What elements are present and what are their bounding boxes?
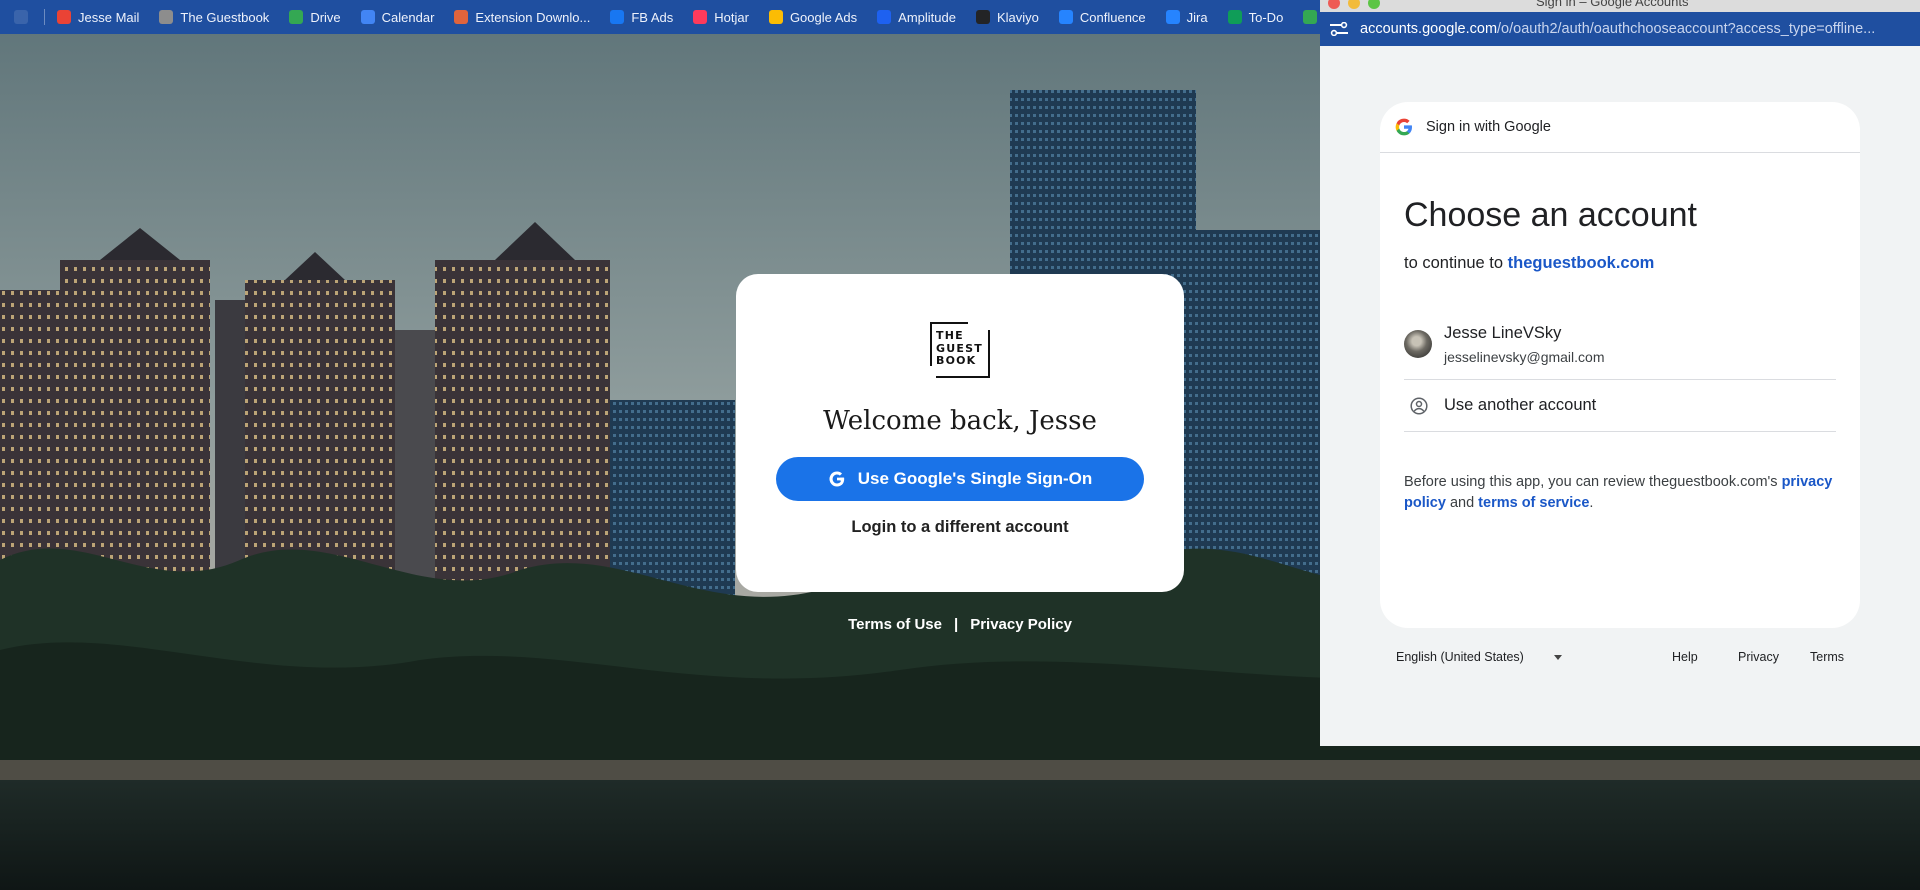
logo-line-3: BOOK: [936, 354, 977, 367]
calendar-icon: [360, 10, 375, 24]
bookmark-label: Klaviyo: [996, 9, 1039, 25]
guestbook-logo: THE GUEST BOOK: [930, 322, 990, 378]
account-row[interactable]: Jesse LineVSky jesselinevsky@gmail.com: [1404, 314, 1836, 380]
note-end: .: [1589, 495, 1594, 511]
zoom-window-icon[interactable]: [1368, 0, 1380, 9]
meta-icon: [610, 10, 625, 24]
legal-separator: |: [953, 616, 959, 633]
bookmark-label: Calendar: [381, 9, 435, 25]
continue-site-link[interactable]: theguestbook.com: [1508, 254, 1655, 272]
google-logo-icon: [1395, 118, 1412, 136]
popup-address-bar[interactable]: accounts.google.com/o/oauth2/auth/oauthc…: [1320, 12, 1920, 46]
continue-to-text: to continue to theguestbook.com: [1404, 254, 1654, 273]
drive-icon: [1303, 10, 1318, 24]
url-host: accounts.google.com: [1360, 21, 1498, 37]
chevron-down-icon[interactable]: [1554, 655, 1562, 660]
bookmark-label: Extension Downlo...: [475, 9, 591, 25]
bookmark-label: Amplitude: [898, 9, 956, 25]
google-g-icon: [829, 471, 844, 487]
terms-of-use-link[interactable]: Terms of Use: [848, 616, 942, 633]
jira-icon: [1165, 10, 1180, 24]
bookmark-extension-downlo[interactable]: Extension Downlo...: [454, 10, 590, 25]
choose-account-card: Sign in with Google Choose an account to…: [1380, 102, 1860, 628]
logo-line-1: THE: [936, 329, 964, 342]
popup-footer: English (United States) Help Privacy Ter…: [1396, 650, 1866, 674]
legal-links: Terms of Use | Privacy Policy: [736, 616, 1184, 633]
confluence-icon: [1058, 10, 1073, 24]
person-circle-icon: [1410, 397, 1428, 415]
google-ads-icon: [768, 10, 783, 24]
signin-header: Sign in with Google: [1380, 102, 1860, 153]
privacy-link[interactable]: Privacy: [1738, 650, 1779, 664]
account-name: Jesse LineVSky: [1444, 324, 1562, 342]
language-select[interactable]: English (United States): [1396, 650, 1524, 664]
welcome-heading: Welcome back, Jesse: [823, 406, 1097, 436]
sheets-icon: [1227, 10, 1242, 24]
minimize-window-icon[interactable]: [1348, 0, 1360, 9]
bookmark-label: Confluence: [1079, 9, 1146, 25]
bookmark-jesse-mail[interactable]: Jesse Mail: [57, 10, 139, 25]
note-prefix: Before using this app, you can review th…: [1404, 474, 1778, 490]
bookmark-label: FB Ads: [631, 9, 674, 25]
hotjar-icon: [693, 10, 708, 24]
terms-of-service-link[interactable]: terms of service: [1478, 495, 1589, 511]
privacy-policy-link[interactable]: Privacy Policy: [970, 616, 1072, 633]
site-settings-icon[interactable]: [1330, 22, 1348, 36]
bookmark-label: Jesse Mail: [78, 9, 140, 25]
bookmark-label: Drive: [310, 9, 341, 25]
extension-icon: [454, 10, 469, 24]
bookmark-label: The Guestbook: [180, 9, 270, 25]
guestbook-icon: [159, 10, 174, 24]
bookmark-label: Jira: [1186, 9, 1208, 25]
bookmark-amplitude[interactable]: Amplitude: [877, 10, 956, 25]
help-link[interactable]: Help: [1672, 650, 1698, 664]
note-and: and: [1449, 495, 1475, 511]
bookmark-drive[interactable]: Drive: [289, 9, 341, 25]
privacy-note: Before using this app, you can review th…: [1404, 472, 1844, 514]
continue-prefix: to continue to: [1404, 254, 1504, 272]
terms-link[interactable]: Terms: [1810, 650, 1844, 664]
bookmark-label: Hotjar: [714, 9, 749, 25]
apps-icon[interactable]: [14, 10, 28, 24]
gmail-icon: [57, 10, 71, 24]
bookmark-to-do[interactable]: To-Do: [1227, 9, 1284, 25]
bookmark-the-guestbook[interactable]: The Guestbook: [159, 10, 269, 25]
signin-header-text: Sign in with Google: [1426, 119, 1551, 135]
bookmark-separator: [44, 9, 45, 25]
klaviyo-icon: [975, 10, 990, 24]
login-card: THE GUEST BOOK Welcome back, Jesse Use G…: [736, 274, 1184, 592]
close-window-icon[interactable]: [1328, 0, 1340, 9]
choose-account-heading: Choose an account: [1404, 196, 1697, 234]
drive-icon: [289, 10, 304, 24]
bookmark-list: Jesse Mail The Guestbook Drive Calendar Exte…: [57, 10, 1379, 25]
bookmark-calendar[interactable]: Calendar: [360, 9, 435, 25]
different-account-link[interactable]: Login to a different account: [736, 518, 1184, 537]
bookmark-jira[interactable]: Jira: [1165, 9, 1208, 25]
account-email: jesselinevsky@gmail.com: [1444, 349, 1605, 365]
bookmark-google-ads[interactable]: Google Ads: [768, 9, 858, 25]
bookmark-klaviyo[interactable]: Klaviyo: [975, 9, 1039, 25]
url-path: /o/oauth2/auth/oauthchooseaccount?access…: [1497, 21, 1876, 37]
avatar: [1404, 330, 1432, 358]
popup-titlebar: Sign in – Google Accounts: [1320, 0, 1920, 12]
google-sso-button[interactable]: Use Google's Single Sign-On: [776, 457, 1144, 501]
use-another-account-label: Use another account: [1444, 396, 1597, 414]
google-signin-popup: Sign in – Google Accounts accounts.googl…: [1320, 0, 1920, 746]
amplitude-icon: [877, 10, 892, 24]
popup-window-title: Sign in – Google Accounts: [1536, 0, 1689, 9]
bookmark-label: Google Ads: [789, 9, 858, 25]
bookmark-confluence[interactable]: Confluence: [1058, 9, 1146, 25]
use-another-account-row[interactable]: Use another account: [1404, 380, 1836, 432]
bookmark-label: To-Do: [1248, 9, 1284, 25]
bookmark-hotjar[interactable]: Hotjar: [693, 10, 749, 25]
bookmark-fb-ads[interactable]: FB Ads: [610, 10, 673, 25]
google-sso-label: Use Google's Single Sign-On: [857, 469, 1093, 488]
